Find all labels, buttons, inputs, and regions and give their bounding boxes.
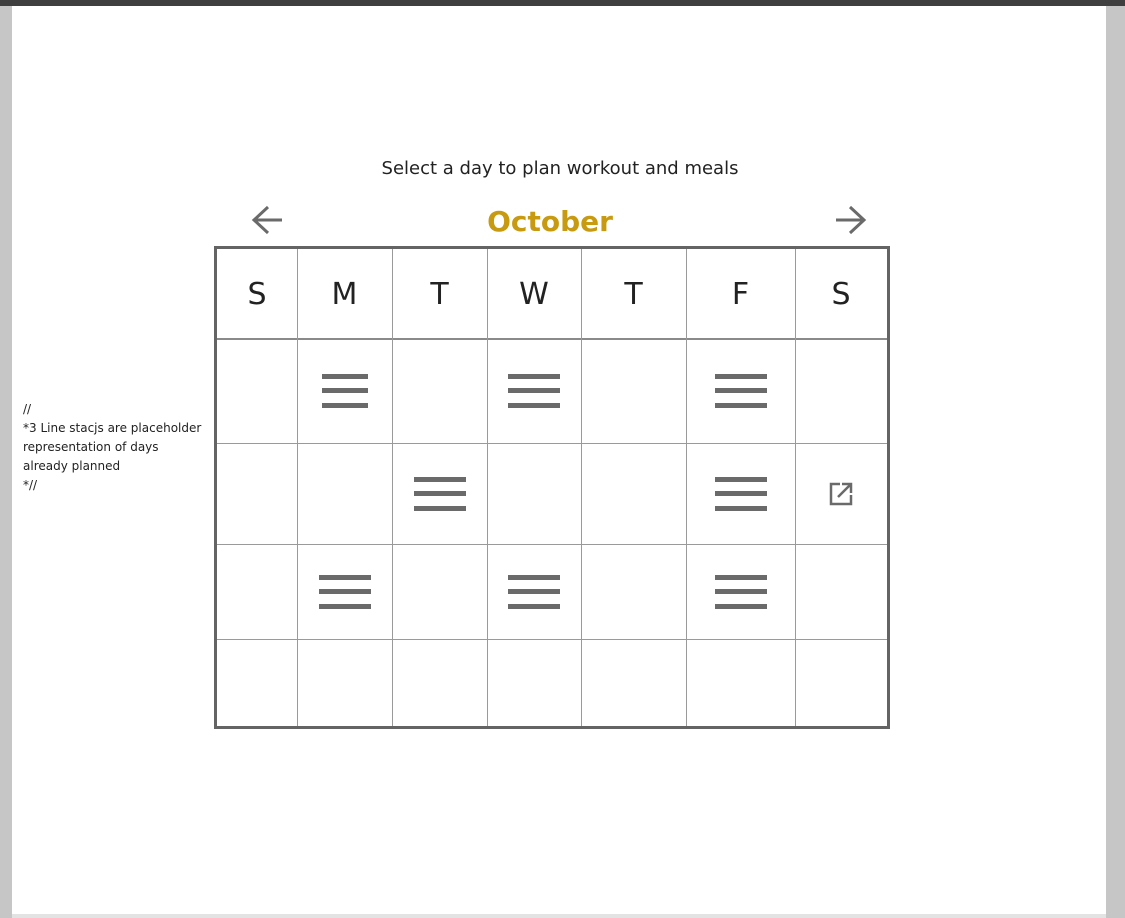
window-left-edge <box>0 6 12 918</box>
day-cell[interactable] <box>581 639 686 726</box>
day-cell[interactable] <box>297 544 392 639</box>
weekday-header-sun: S <box>247 276 267 312</box>
instruction-text: Select a day to plan workout and meals <box>381 158 739 179</box>
three-line-stack-icon <box>508 373 560 408</box>
arrow-left-icon <box>251 205 282 235</box>
weekday-header-sat: S <box>831 276 851 312</box>
three-line-stack-icon <box>321 373 368 408</box>
day-cell[interactable] <box>217 544 297 639</box>
day-cell[interactable] <box>297 639 392 726</box>
weekday-header-thu: T <box>624 276 643 312</box>
day-cell[interactable] <box>686 338 795 443</box>
weekday-header-mon: M <box>331 276 358 312</box>
day-cell[interactable] <box>297 338 392 443</box>
weekday-header-fri: F <box>731 276 750 312</box>
day-cell[interactable] <box>217 338 297 443</box>
three-line-stack-icon <box>508 574 560 609</box>
three-line-stack-icon <box>318 574 371 609</box>
day-cell[interactable] <box>392 338 487 443</box>
weekday-header-tue: T <box>430 276 449 312</box>
arrow-right-icon <box>836 205 867 235</box>
day-cell[interactable] <box>392 639 487 726</box>
window-bottom-edge <box>12 914 1106 918</box>
day-cell[interactable] <box>581 544 686 639</box>
weekday-header-wed: W <box>519 276 549 312</box>
three-line-stack-icon <box>413 476 466 511</box>
day-cell[interactable] <box>487 338 581 443</box>
day-cell[interactable] <box>686 443 795 544</box>
three-line-stack-icon <box>714 476 767 511</box>
day-cell[interactable] <box>392 544 487 639</box>
day-cell[interactable] <box>795 443 887 544</box>
three-line-stack-icon <box>714 373 767 408</box>
day-cell[interactable] <box>581 443 686 544</box>
annotation-note: // *3 Line stacjs are placeholder repres… <box>23 402 202 492</box>
day-cell[interactable] <box>487 443 581 544</box>
window-top-bar <box>0 0 1125 6</box>
day-cell[interactable] <box>686 544 795 639</box>
day-cell[interactable] <box>392 443 487 544</box>
next-month-button[interactable] <box>828 200 872 240</box>
day-cell[interactable] <box>795 639 887 726</box>
day-cell[interactable] <box>795 338 887 443</box>
day-cell[interactable] <box>686 639 795 726</box>
external-link-icon[interactable] <box>828 481 854 507</box>
day-cell[interactable] <box>795 544 887 639</box>
day-cell[interactable] <box>487 544 581 639</box>
day-cell[interactable] <box>297 443 392 544</box>
three-line-stack-icon <box>714 574 767 609</box>
month-title: October <box>487 205 613 238</box>
day-cell[interactable] <box>487 639 581 726</box>
day-cell[interactable] <box>217 443 297 544</box>
previous-month-button[interactable] <box>246 200 290 240</box>
calendar-grid: SMTWTFS <box>214 246 890 729</box>
day-cell[interactable] <box>217 639 297 726</box>
day-cell[interactable] <box>581 338 686 443</box>
scrollbar[interactable] <box>1106 6 1125 918</box>
